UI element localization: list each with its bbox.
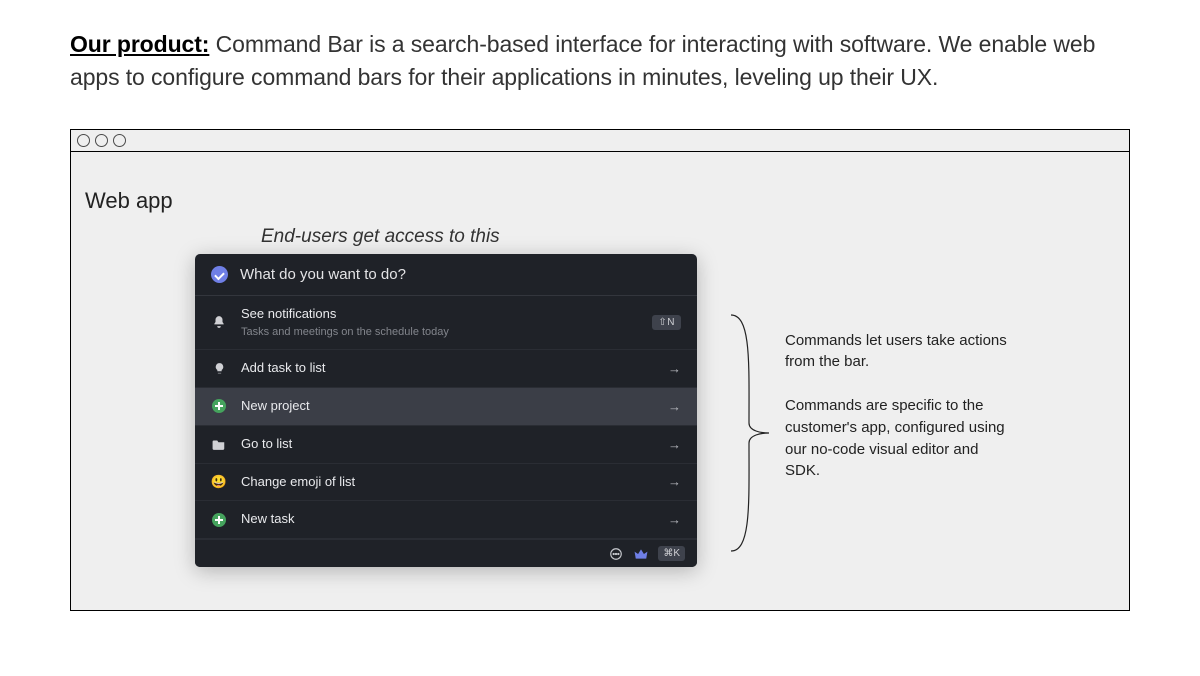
command-bar: What do you want to do? See notification… [195, 254, 697, 568]
plus-circle-icon [211, 398, 227, 414]
headline-lead: Our product: [70, 31, 209, 57]
window-titlebar [71, 130, 1129, 152]
folder-icon [211, 436, 227, 452]
command-title: New task [241, 511, 654, 528]
annotation-p2: Commands are specific to the customer's … [785, 395, 1015, 482]
window-control-zoom[interactable] [113, 134, 126, 147]
product-headline: Our product: Command Bar is a search-bas… [70, 28, 1130, 95]
plus-circle-icon [211, 512, 227, 528]
command-new-task[interactable]: New task → [195, 501, 697, 539]
shortcut-badge: ⇧N [652, 315, 681, 330]
window-control-minimize[interactable] [95, 134, 108, 147]
emoji-icon: 😃 [211, 474, 227, 490]
command-title: Add task to list [241, 360, 654, 377]
command-go-to-list[interactable]: Go to list → [195, 426, 697, 464]
command-title: See notifications [241, 306, 638, 323]
footer-shortcut-badge: ⌘K [658, 546, 685, 561]
command-bar-search-row[interactable]: What do you want to do? [195, 254, 697, 296]
headline-rest: Command Bar is a search-based interface … [70, 31, 1095, 90]
annotation-p1: Commands let users take actions from the… [785, 330, 1015, 374]
command-see-notifications[interactable]: See notifications Tasks and meetings on … [195, 296, 697, 350]
arrow-right-icon: → [668, 399, 681, 414]
command-title: New project [241, 398, 654, 415]
curly-brace-icon [721, 313, 771, 553]
command-bar-footer: ⌘K [195, 539, 697, 567]
command-title: Change emoji of list [241, 474, 654, 491]
arrow-right-icon: → [668, 437, 681, 452]
search-placeholder: What do you want to do? [240, 266, 406, 283]
lightbulb-icon [211, 360, 227, 376]
command-title: Go to list [241, 436, 654, 453]
browser-window: Web app End-users get access to this Wha… [70, 129, 1130, 611]
arrow-right-icon: → [668, 512, 681, 527]
arrow-right-icon: → [668, 474, 681, 489]
annotation-block: Commands let users take actions from the… [785, 330, 1015, 483]
chat-icon[interactable] [608, 546, 623, 561]
command-add-task[interactable]: Add task to list → [195, 350, 697, 388]
bell-icon [211, 314, 227, 330]
end-users-caption: End-users get access to this [261, 226, 500, 248]
window-control-close[interactable] [77, 134, 90, 147]
command-new-project[interactable]: New project → [195, 388, 697, 426]
web-app-label: Web app [85, 188, 173, 214]
crown-icon[interactable] [633, 546, 648, 561]
checkmark-badge-icon [211, 266, 228, 283]
command-subtitle: Tasks and meetings on the schedule today [241, 325, 638, 339]
arrow-right-icon: → [668, 361, 681, 376]
command-change-emoji[interactable]: 😃 Change emoji of list → [195, 464, 697, 502]
